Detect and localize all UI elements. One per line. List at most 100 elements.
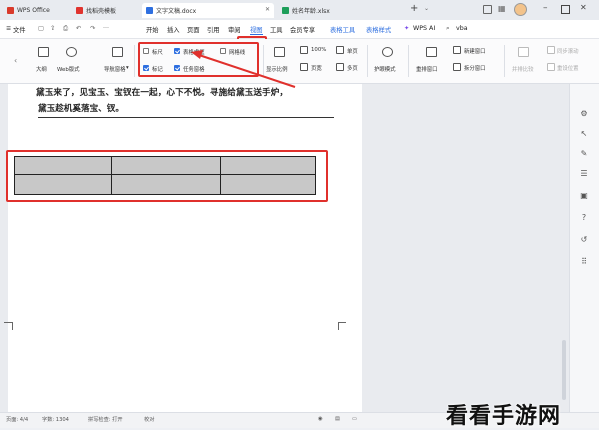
menu-tools[interactable]: 工具 <box>270 25 283 34</box>
maximize-icon[interactable] <box>561 5 570 14</box>
save-icon[interactable]: ▢ <box>38 25 44 32</box>
menu-file[interactable]: 文件 <box>13 25 26 34</box>
multi-page-icon[interactable] <box>336 63 344 71</box>
page-width-label[interactable]: 页宽 <box>311 64 322 72</box>
history-icon[interactable]: ↺ <box>580 236 588 244</box>
menu-review[interactable]: 审阅 <box>228 25 241 34</box>
close-tab-icon[interactable]: ✕ <box>265 6 270 13</box>
chevron-down-icon[interactable]: ⌄ <box>424 5 429 12</box>
crop-mark <box>338 322 339 330</box>
menu-table-tools[interactable]: 表格工具 <box>330 25 355 34</box>
export-icon[interactable]: ⇪ <box>50 25 55 32</box>
new-window-icon[interactable] <box>453 46 461 54</box>
settings-icon[interactable]: ⚙ <box>580 110 588 118</box>
proofread-status[interactable]: 校对 <box>144 416 154 423</box>
menu-insert[interactable]: 插入 <box>167 25 180 34</box>
translate-icon[interactable]: ▣ <box>580 192 588 200</box>
menu-page[interactable]: 页面 <box>187 25 200 34</box>
vertical-scrollbar[interactable] <box>562 340 566 400</box>
ribbon-divider <box>367 45 368 77</box>
nav-pane-icon[interactable] <box>112 47 123 57</box>
edit-icon[interactable]: ✎ <box>580 150 588 158</box>
menu-member[interactable]: 会员专享 <box>290 25 315 34</box>
web-layout-icon[interactable] <box>66 47 77 57</box>
table-highlight <box>6 150 328 202</box>
page-width-icon[interactable] <box>300 63 308 71</box>
apps-icon[interactable]: ⠿ <box>580 258 588 266</box>
tab-template[interactable]: 找稻壳模板 <box>72 3 138 18</box>
tab-label: WPS Office <box>17 7 50 14</box>
split-window-icon[interactable] <box>453 63 461 71</box>
spell-check-status[interactable]: 拼写检查: 打开 <box>88 416 123 423</box>
arrow-line <box>198 54 296 88</box>
menu-table-style[interactable]: 表格样式 <box>366 25 391 34</box>
undo-icon[interactable]: ↶ <box>76 25 81 32</box>
tab-document[interactable]: 文字文稿.docx ✕ <box>142 3 274 18</box>
eye-mode-label[interactable]: 护眼模式 <box>374 65 396 73</box>
crop-mark <box>338 322 346 331</box>
outline-label[interactable]: 大纲 <box>36 65 47 73</box>
reset-position-label[interactable]: 重设位置 <box>557 64 579 72</box>
multi-page-label[interactable]: 多页 <box>347 64 358 72</box>
single-page-label[interactable]: 单页 <box>347 47 358 55</box>
docer-icon <box>76 7 83 14</box>
nav-pane-label[interactable]: 导航窗格 <box>104 65 126 73</box>
web-view-icon[interactable]: ▭ <box>352 416 357 422</box>
tab-label: 文字文稿.docx <box>156 8 197 15</box>
avatar[interactable] <box>514 3 527 16</box>
arrow-annotation <box>191 50 296 88</box>
search-input[interactable]: vba <box>456 25 468 32</box>
menu-reference[interactable]: 引用 <box>207 25 220 34</box>
adjust-icon[interactable]: ☰ <box>580 170 588 178</box>
zoom-100-label[interactable]: 100% <box>311 47 326 53</box>
document-page[interactable] <box>8 84 362 412</box>
menu-wps-ai[interactable]: WPS AI <box>413 25 435 32</box>
menu-view[interactable]: 视图 <box>250 25 263 35</box>
page-indicator[interactable]: 页面: 4/4 <box>6 416 28 423</box>
window-mode-icon[interactable] <box>483 5 492 14</box>
word-count[interactable]: 字数: 1304 <box>42 416 69 423</box>
ribbon-divider <box>504 45 505 77</box>
select-icon[interactable]: ↖ <box>580 130 588 138</box>
crop-mark <box>12 322 13 330</box>
page-view-icon[interactable]: ▤ <box>335 416 340 422</box>
web-layout-label[interactable]: Web版式 <box>57 65 80 73</box>
scroll-left-icon[interactable]: ‹ <box>14 56 17 65</box>
close-window-icon[interactable]: ✕ <box>580 3 587 12</box>
crop-mark <box>4 322 12 331</box>
tab-wps-office[interactable]: WPS Office <box>3 3 66 18</box>
chevron-down-icon[interactable]: ▾ <box>126 65 129 71</box>
rearrange-label[interactable]: 重排窗口 <box>416 65 438 73</box>
grid-icon[interactable]: ▦ <box>498 4 506 13</box>
eye-icon[interactable]: ◉ <box>318 416 323 422</box>
search-icon[interactable]: ⌕ <box>446 25 450 33</box>
title-bar: WPS Office 找稻壳模板 文字文稿.docx ✕ 姓名年龄.xlsx +… <box>0 0 599 20</box>
minimize-icon[interactable]: – <box>543 3 548 13</box>
split-window-label[interactable]: 拆分窗口 <box>464 64 486 72</box>
wps-ai-icon: ✦ <box>404 25 410 32</box>
rearrange-icon[interactable] <box>426 47 437 57</box>
new-window-label[interactable]: 新建窗口 <box>464 47 486 55</box>
more-icon[interactable]: ··· <box>103 25 109 32</box>
word-doc-icon <box>146 7 153 14</box>
menu-home[interactable]: 开始 <box>146 25 159 34</box>
print-icon[interactable]: ⎙ <box>63 25 68 33</box>
reset-position-icon[interactable] <box>547 63 555 71</box>
sheet-icon <box>282 7 289 14</box>
help-icon[interactable]: ? <box>580 214 588 222</box>
outline-icon[interactable] <box>38 47 49 57</box>
new-tab-button[interactable]: + <box>410 3 418 14</box>
zoom-100-icon[interactable] <box>300 46 308 54</box>
tab-label: 姓名年龄.xlsx <box>292 8 330 15</box>
watermark-logo: 看看手游网 <box>446 403 562 429</box>
sync-scroll-label[interactable]: 同步滚动 <box>557 47 579 55</box>
side-by-side-label[interactable]: 并排比较 <box>512 65 534 73</box>
hamburger-icon[interactable]: ≡ <box>6 25 11 32</box>
ribbon-divider <box>408 45 409 77</box>
single-page-icon[interactable] <box>336 46 344 54</box>
sync-scroll-icon[interactable] <box>547 46 555 54</box>
redo-icon[interactable]: ↷ <box>90 25 95 32</box>
eye-mode-icon[interactable] <box>382 47 393 57</box>
tab-spreadsheet[interactable]: 姓名年龄.xlsx <box>278 3 398 18</box>
side-by-side-icon[interactable] <box>518 47 529 57</box>
